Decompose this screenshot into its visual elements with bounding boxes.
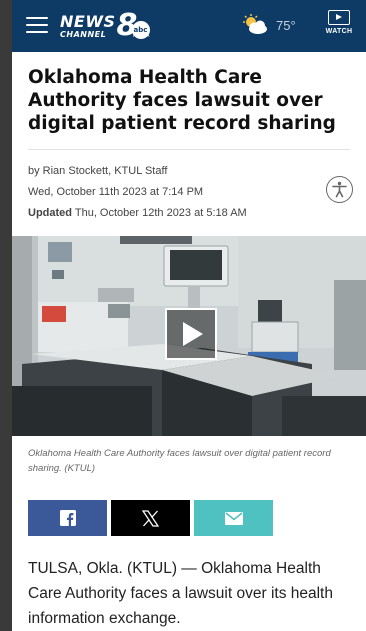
weather-widget[interactable]: 75° — [240, 14, 296, 36]
email-icon — [224, 511, 243, 525]
updated-label: Updated — [28, 207, 72, 219]
share-email-button[interactable] — [194, 500, 273, 536]
logo-news-text: NEWS — [60, 11, 116, 31]
play-tv-icon — [328, 10, 350, 25]
logo-channel-text: CHANNEL — [60, 29, 107, 39]
mobile-page: NEWS CHANNEL 8 abc TULSA 75° WATCH Oklah… — [12, 0, 366, 631]
article-meta: by Rian Stockett, KTUL Staff Wed, Octobe… — [12, 150, 366, 224]
video-caption: Oklahoma Health Care Authority faces law… — [28, 448, 331, 474]
share-buttons — [12, 500, 366, 536]
weather-temperature: 75° — [276, 17, 296, 33]
menu-icon[interactable] — [26, 17, 48, 33]
partly-cloudy-icon — [243, 14, 267, 34]
share-x-button[interactable] — [111, 500, 190, 536]
accessibility-icon[interactable] — [326, 176, 353, 203]
x-icon — [142, 509, 159, 527]
video-player[interactable] — [12, 236, 366, 436]
site-logo[interactable]: NEWS CHANNEL 8 abc TULSA — [60, 11, 150, 41]
watch-label: WATCH — [325, 28, 353, 35]
share-facebook-button[interactable] — [28, 500, 107, 536]
byline: by Rian Stockett, KTUL Staff — [28, 165, 168, 177]
updated-line: Updated Thu, October 12th 2023 at 5:18 A… — [28, 203, 350, 224]
published-date: Wed, October 11th 2023 at 7:14 PM — [28, 186, 204, 198]
updated-date: Thu, October 12th 2023 at 5:18 AM — [74, 207, 247, 219]
facebook-icon — [59, 510, 76, 526]
article-body: TULSA, Okla. (KTUL) — Oklahoma Health Ca… — [28, 560, 333, 627]
logo-city-text: TULSA — [132, 33, 150, 39]
watch-button[interactable]: WATCH — [322, 10, 356, 35]
site-header: NEWS CHANNEL 8 abc TULSA 75° WATCH — [12, 0, 366, 52]
article-headline: Oklahoma Health Care Authority faces law… — [28, 67, 336, 134]
play-button[interactable] — [165, 308, 217, 360]
